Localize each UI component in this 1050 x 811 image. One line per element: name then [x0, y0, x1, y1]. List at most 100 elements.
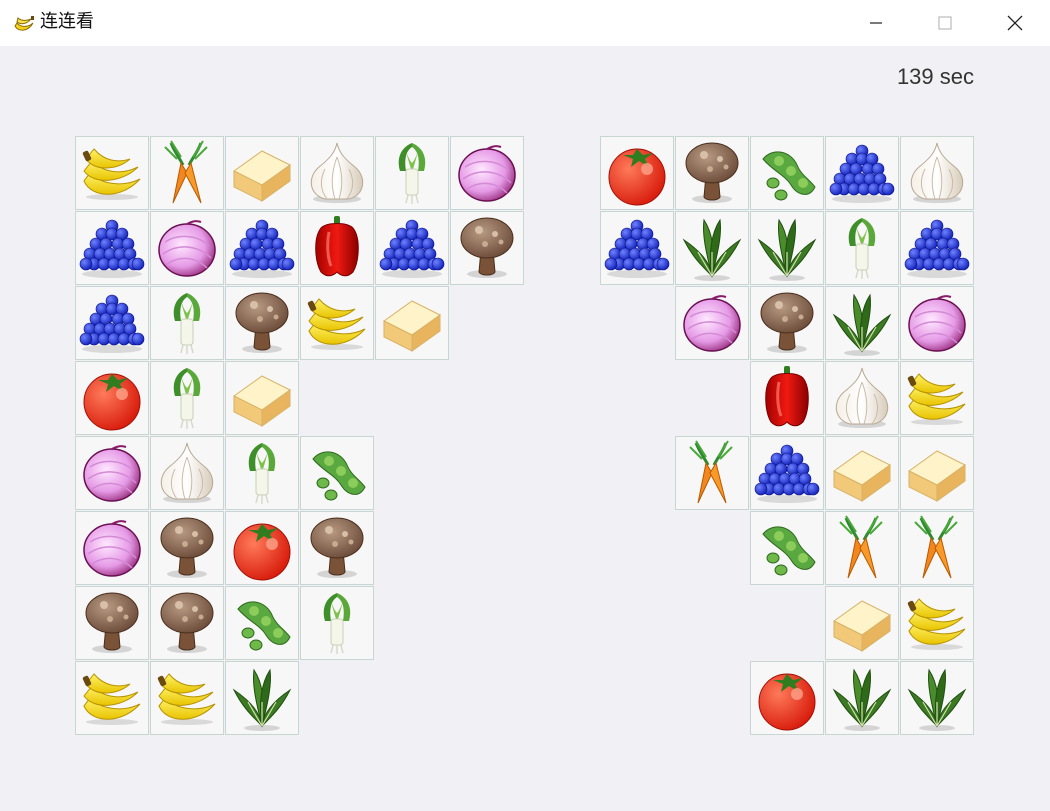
tile-leek[interactable] [225, 436, 299, 510]
tile-pepper[interactable] [750, 361, 824, 435]
tile-banana[interactable] [900, 586, 974, 660]
tile-tofu[interactable] [225, 136, 299, 210]
tile-banana[interactable] [900, 361, 974, 435]
minimize-button[interactable] [841, 0, 911, 46]
tile-grapes[interactable] [225, 211, 299, 285]
grapes-icon [79, 219, 145, 278]
tofu-icon [233, 375, 291, 427]
banana-icon [14, 16, 34, 31]
leek-icon [173, 368, 201, 429]
tile-tomato[interactable] [600, 136, 674, 210]
tile-spinach[interactable] [225, 661, 299, 735]
tile-mushroom[interactable] [750, 286, 824, 360]
spinach-icon [907, 668, 967, 731]
garlic-icon [160, 442, 214, 503]
tile-mushroom[interactable] [225, 286, 299, 360]
tile-tomato[interactable] [225, 511, 299, 585]
banana-icon [907, 598, 966, 650]
tile-spinach[interactable] [675, 211, 749, 285]
tofu-icon [908, 450, 966, 502]
tile-tofu[interactable] [225, 361, 299, 435]
tile-tofu[interactable] [825, 586, 899, 660]
tile-garlic[interactable] [300, 136, 374, 210]
tile-grapes[interactable] [375, 211, 449, 285]
tile-banana[interactable] [75, 661, 149, 735]
tile-tofu[interactable] [825, 436, 899, 510]
tile-mushroom[interactable] [150, 586, 224, 660]
title-bar: 连连看 [0, 0, 1050, 46]
tile-onion[interactable] [150, 211, 224, 285]
edamame-icon [312, 451, 366, 501]
mushroom-icon [685, 142, 739, 203]
tile-carrot[interactable] [825, 511, 899, 585]
maximize-button[interactable] [910, 0, 980, 46]
tomato-icon [83, 373, 141, 431]
tile-banana[interactable] [75, 136, 149, 210]
grapes-icon [829, 144, 895, 203]
tile-onion[interactable] [450, 136, 524, 210]
tile-onion[interactable] [900, 286, 974, 360]
tile-spinach[interactable] [825, 286, 899, 360]
tile-leek[interactable] [825, 211, 899, 285]
tile-garlic[interactable] [150, 436, 224, 510]
tile-grapes[interactable] [900, 211, 974, 285]
tile-carrot[interactable] [675, 436, 749, 510]
pepper-icon [765, 366, 809, 427]
banana-icon [82, 148, 141, 200]
close-icon [1007, 15, 1023, 31]
tile-leek[interactable] [300, 586, 374, 660]
tile-onion[interactable] [75, 511, 149, 585]
tile-mushroom[interactable] [450, 211, 524, 285]
tile-grapes[interactable] [600, 211, 674, 285]
tile-onion[interactable] [75, 436, 149, 510]
mushroom-icon [760, 292, 814, 353]
tile-tomato[interactable] [750, 661, 824, 735]
garlic-icon [835, 367, 889, 428]
tile-spinach[interactable] [750, 211, 824, 285]
tile-leek[interactable] [150, 361, 224, 435]
tile-edamame[interactable] [750, 511, 824, 585]
tile-mushroom[interactable] [675, 136, 749, 210]
tile-mushroom[interactable] [150, 511, 224, 585]
edamame-icon [762, 526, 816, 576]
tile-banana[interactable] [300, 286, 374, 360]
leek-icon [323, 593, 351, 654]
carrot-icon [689, 440, 733, 504]
tile-garlic[interactable] [900, 136, 974, 210]
tile-grapes[interactable] [825, 136, 899, 210]
tile-onion[interactable] [675, 286, 749, 360]
tile-leek[interactable] [375, 136, 449, 210]
tile-mushroom[interactable] [300, 511, 374, 585]
tile-tofu[interactable] [900, 436, 974, 510]
tile-pepper[interactable] [300, 211, 374, 285]
close-button[interactable] [980, 0, 1050, 46]
tile-carrot[interactable] [150, 136, 224, 210]
tile-edamame[interactable] [750, 136, 824, 210]
mushroom-icon [310, 517, 364, 578]
tile-leek[interactable] [150, 286, 224, 360]
tile-grapes[interactable] [75, 286, 149, 360]
spinach-icon [832, 668, 892, 731]
tile-edamame[interactable] [300, 436, 374, 510]
tile-carrot[interactable] [900, 511, 974, 585]
tofu-icon [383, 300, 441, 352]
tomato-icon [608, 148, 666, 206]
tile-grapes[interactable] [750, 436, 824, 510]
onion-icon [908, 295, 966, 352]
tile-spinach[interactable] [825, 661, 899, 735]
tile-edamame[interactable] [225, 586, 299, 660]
onion-icon [683, 295, 741, 352]
garlic-icon [310, 142, 364, 203]
tile-tofu[interactable] [375, 286, 449, 360]
tile-garlic[interactable] [825, 361, 899, 435]
tile-grapes[interactable] [75, 211, 149, 285]
tofu-icon [233, 150, 291, 202]
leek-icon [248, 443, 276, 504]
tile-tomato[interactable] [75, 361, 149, 435]
tile-banana[interactable] [150, 661, 224, 735]
tile-mushroom[interactable] [75, 586, 149, 660]
pepper-icon [315, 216, 359, 277]
tile-spinach[interactable] [900, 661, 974, 735]
banana-icon [907, 373, 966, 425]
onion-icon [458, 145, 516, 202]
